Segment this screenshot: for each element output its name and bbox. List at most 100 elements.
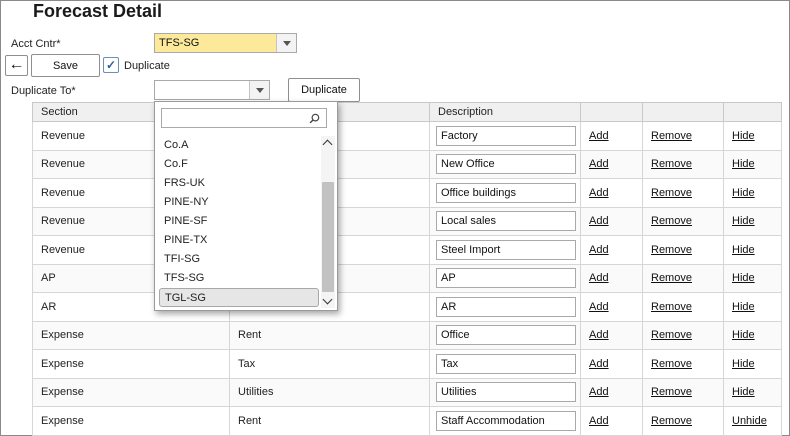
remove-link[interactable]: Remove bbox=[651, 244, 692, 256]
row-description-cell: AR bbox=[429, 292, 581, 322]
table-row: Revenue Steel Import Add Remove Hide bbox=[32, 235, 782, 265]
row-toggle-cell: Hide bbox=[723, 320, 782, 350]
table-row: Revenue Factory Add Remove Hide bbox=[32, 121, 782, 151]
chevron-down-icon[interactable] bbox=[249, 81, 269, 99]
row-section: Expense bbox=[32, 349, 230, 379]
duplicate-checkbox[interactable]: ✓ bbox=[103, 57, 119, 73]
scrollbar-thumb[interactable] bbox=[322, 182, 334, 292]
remove-link[interactable]: Remove bbox=[651, 415, 692, 427]
table-row: Expense Utilities Utilities Add Remove Hide bbox=[32, 377, 782, 407]
remove-link[interactable]: Remove bbox=[651, 301, 692, 313]
row-remove-cell: Remove bbox=[642, 263, 724, 293]
dropdown-search-input[interactable] bbox=[161, 108, 327, 128]
hide-toggle-link[interactable]: Unhide bbox=[732, 415, 767, 427]
remove-link[interactable]: Remove bbox=[651, 158, 692, 170]
row-subsection: Rent bbox=[229, 406, 430, 436]
dropdown-option[interactable]: FRS-UK bbox=[159, 174, 319, 193]
row-description-cell: Factory bbox=[429, 121, 581, 151]
hide-toggle-link[interactable]: Hide bbox=[732, 329, 755, 341]
dropdown-scrollbar[interactable] bbox=[321, 136, 335, 308]
description-input[interactable]: AR bbox=[436, 296, 576, 317]
scroll-down-icon[interactable] bbox=[321, 294, 335, 308]
dropdown-option[interactable]: PINE-TX bbox=[159, 231, 319, 250]
description-input[interactable]: AP bbox=[436, 268, 576, 289]
row-description-cell: AP bbox=[429, 263, 581, 293]
dropdown-option[interactable]: Co.A bbox=[159, 136, 319, 155]
page-title: Forecast Detail bbox=[33, 1, 163, 21]
description-input[interactable]: New Office bbox=[436, 154, 576, 175]
row-add-cell: Add bbox=[580, 178, 643, 208]
remove-link[interactable]: Remove bbox=[651, 187, 692, 199]
dropdown-option[interactable]: TFS-SG bbox=[159, 269, 319, 288]
add-link[interactable]: Add bbox=[589, 301, 609, 313]
add-link[interactable]: Add bbox=[589, 358, 609, 370]
row-remove-cell: Remove bbox=[642, 206, 724, 236]
row-toggle-cell: Hide bbox=[723, 292, 782, 322]
description-input[interactable]: Tax bbox=[436, 353, 576, 374]
hide-toggle-link[interactable]: Hide bbox=[732, 358, 755, 370]
row-add-cell: Add bbox=[580, 121, 643, 151]
row-toggle-cell: Hide bbox=[723, 235, 782, 265]
acct-cntr-select[interactable]: TFS-SG bbox=[154, 33, 297, 53]
row-toggle-cell: Unhide bbox=[723, 406, 782, 436]
remove-link[interactable]: Remove bbox=[651, 130, 692, 142]
row-description-cell: New Office bbox=[429, 149, 581, 179]
dropdown-option[interactable]: TFI-SG bbox=[159, 250, 319, 269]
add-link[interactable]: Add bbox=[589, 329, 609, 341]
hide-toggle-link[interactable]: Hide bbox=[732, 158, 755, 170]
row-description-cell: Office buildings bbox=[429, 178, 581, 208]
row-description-cell: Office bbox=[429, 320, 581, 350]
duplicate-to-select[interactable] bbox=[154, 80, 270, 100]
scroll-up-icon[interactable] bbox=[321, 136, 335, 150]
row-remove-cell: Remove bbox=[642, 235, 724, 265]
description-input[interactable]: Factory bbox=[436, 125, 576, 146]
row-remove-cell: Remove bbox=[642, 178, 724, 208]
add-link[interactable]: Add bbox=[589, 244, 609, 256]
add-link[interactable]: Add bbox=[589, 187, 609, 199]
add-link[interactable]: Add bbox=[589, 215, 609, 227]
hide-toggle-link[interactable]: Hide bbox=[732, 244, 755, 256]
hide-toggle-link[interactable]: Hide bbox=[732, 187, 755, 199]
row-add-cell: Add bbox=[580, 377, 643, 407]
row-subsection: Utilities bbox=[229, 377, 430, 407]
add-link[interactable]: Add bbox=[589, 415, 609, 427]
row-remove-cell: Remove bbox=[642, 349, 724, 379]
description-input[interactable]: Local sales bbox=[436, 211, 576, 232]
hide-toggle-link[interactable]: Hide bbox=[732, 386, 755, 398]
remove-link[interactable]: Remove bbox=[651, 215, 692, 227]
table-row: Revenue Office buildings Add Remove Hide bbox=[32, 178, 782, 208]
dropdown-option[interactable]: PINE-SF bbox=[159, 212, 319, 231]
hide-toggle-link[interactable]: Hide bbox=[732, 215, 755, 227]
description-input[interactable]: Office bbox=[436, 325, 576, 346]
duplicate-to-dropdown: Co.A Co.F FRS-UK PINE-NY PINE-SF PINE-TX TFI-S… bbox=[154, 101, 338, 311]
remove-link[interactable]: Remove bbox=[651, 272, 692, 284]
description-input[interactable]: Staff Accommodation bbox=[436, 410, 576, 431]
description-input[interactable]: Steel Import bbox=[436, 239, 576, 260]
back-button[interactable]: ← bbox=[5, 55, 28, 76]
remove-link[interactable]: Remove bbox=[651, 358, 692, 370]
description-input[interactable]: Office buildings bbox=[436, 182, 576, 203]
hide-toggle-link[interactable]: Hide bbox=[732, 272, 755, 284]
chevron-down-icon[interactable] bbox=[276, 34, 296, 52]
search-icon bbox=[309, 113, 320, 124]
add-link[interactable]: Add bbox=[589, 130, 609, 142]
add-link[interactable]: Add bbox=[589, 158, 609, 170]
row-toggle-cell: Hide bbox=[723, 206, 782, 236]
row-remove-cell: Remove bbox=[642, 377, 724, 407]
add-link[interactable]: Add bbox=[589, 272, 609, 284]
row-remove-cell: Remove bbox=[642, 149, 724, 179]
hide-toggle-link[interactable]: Hide bbox=[732, 301, 755, 313]
hide-toggle-link[interactable]: Hide bbox=[732, 130, 755, 142]
remove-link[interactable]: Remove bbox=[651, 386, 692, 398]
add-link[interactable]: Add bbox=[589, 386, 609, 398]
dropdown-option[interactable]: TGL-SG bbox=[159, 288, 319, 307]
duplicate-button[interactable]: Duplicate bbox=[288, 78, 360, 102]
dropdown-option[interactable]: Co.F bbox=[159, 155, 319, 174]
remove-link[interactable]: Remove bbox=[651, 329, 692, 341]
row-add-cell: Add bbox=[580, 320, 643, 350]
table-row: Revenue New Office Add Remove Hide bbox=[32, 149, 782, 179]
save-button[interactable]: Save bbox=[31, 54, 100, 77]
table-row: Expense Rent Office Add Remove Hide bbox=[32, 320, 782, 350]
description-input[interactable]: Utilities bbox=[436, 382, 576, 403]
dropdown-option[interactable]: PINE-NY bbox=[159, 193, 319, 212]
